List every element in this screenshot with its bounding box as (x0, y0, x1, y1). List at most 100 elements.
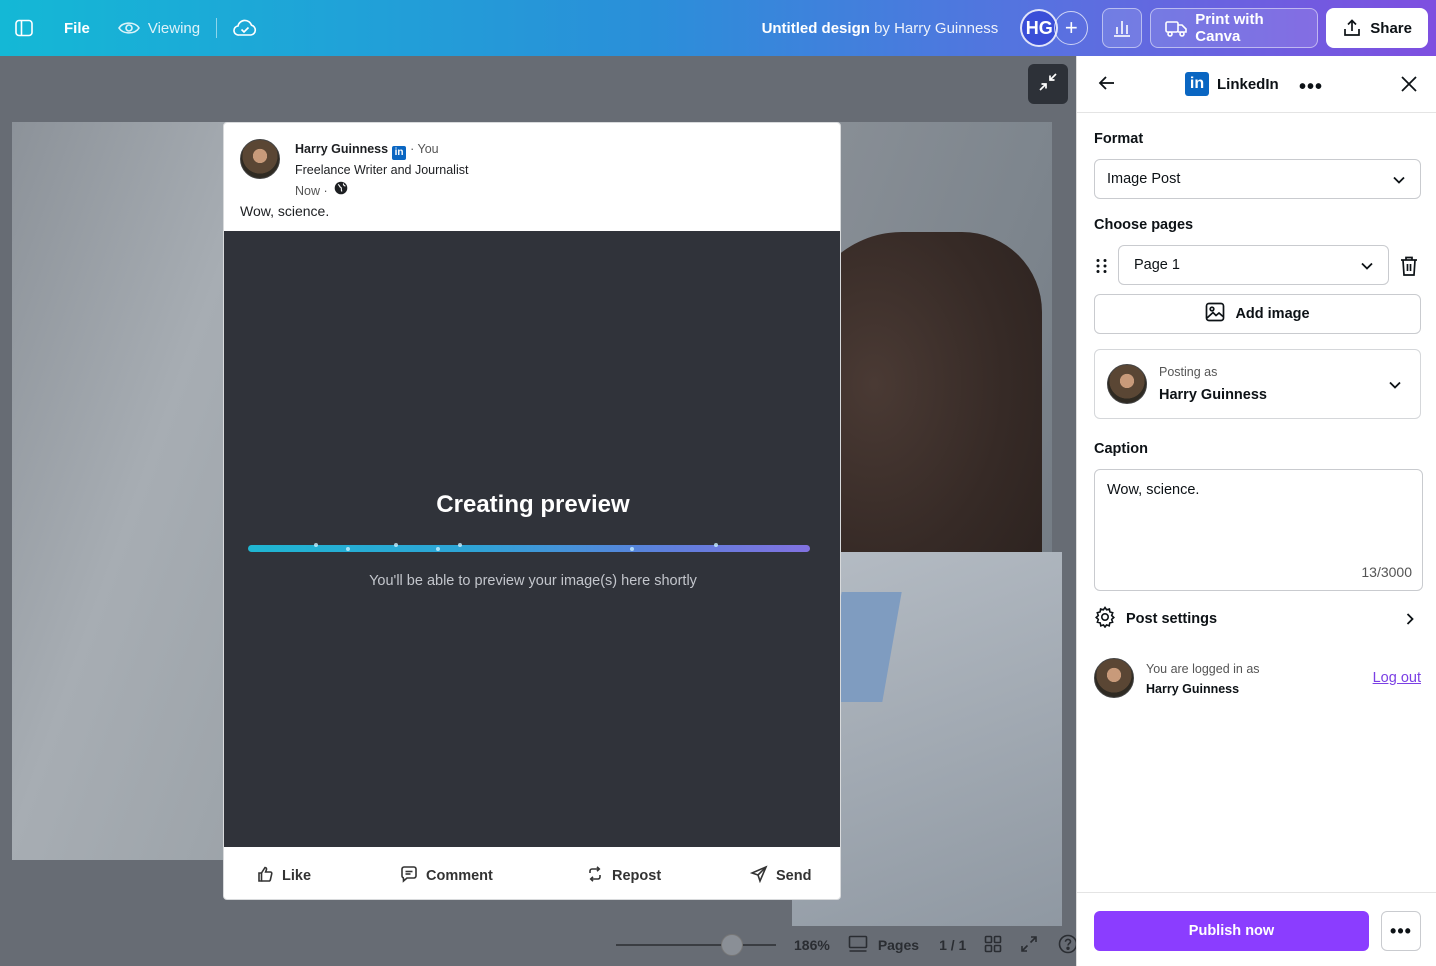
share-upload-icon (1342, 18, 1362, 38)
post-settings-row[interactable]: Post settings (1094, 606, 1421, 632)
logged-in-name: Harry Guinness (1146, 682, 1240, 696)
add-image-button[interactable]: Add image (1094, 294, 1421, 334)
like-label: Like (282, 868, 312, 884)
post-time: Now · (295, 184, 328, 198)
comment-label: Comment (426, 868, 493, 884)
user-avatar[interactable]: HG (1020, 9, 1059, 47)
exit-fullscreen-button[interactable] (1028, 64, 1068, 104)
cloud-saved-icon[interactable] (233, 19, 257, 37)
account-avatar (1107, 364, 1147, 404)
linkedin-post-preview: Harry Guinness in · You Freelance Writer a… (223, 122, 841, 900)
panel-header: in LinkedIn ••• (1077, 56, 1436, 113)
posting-as-account-select[interactable]: Posting as Harry Guinness (1094, 349, 1421, 419)
repost-action[interactable]: Repost (586, 865, 661, 887)
post-author-meta: Harry Guinness in · You Freelance Writer a… (295, 139, 468, 202)
panel-title: in LinkedIn (1185, 72, 1279, 96)
back-arrow-icon[interactable] (1097, 73, 1117, 98)
trash-icon[interactable] (1399, 255, 1419, 282)
creating-preview-subtitle: You'll be able to preview your image(s) … (369, 573, 697, 589)
choose-pages-label: Choose pages (1094, 217, 1194, 233)
invite-collaborator-button[interactable]: + (1054, 11, 1089, 45)
panel-title-text: LinkedIn (1217, 75, 1279, 93)
drag-handle-icon[interactable] (1095, 258, 1109, 279)
post-settings-label: Post settings (1126, 611, 1218, 627)
share-button[interactable]: Share (1326, 8, 1428, 48)
logged-in-label: You are logged in as (1146, 662, 1260, 676)
image-icon (1205, 302, 1225, 326)
page-count: 1 / 1 (939, 937, 967, 953)
post-image-placeholder: Creating preview You'll be able to previ… (224, 231, 840, 847)
zoom-slider-handle[interactable] (721, 934, 743, 956)
publish-now-button[interactable]: Publish now (1094, 911, 1369, 951)
bar-chart-icon (1112, 18, 1132, 38)
comment-bubble-icon (400, 865, 418, 887)
chevron-down-icon (1388, 378, 1402, 397)
repost-arrows-icon (586, 865, 604, 887)
grid-view-icon[interactable] (984, 935, 1002, 956)
file-menu[interactable]: File (64, 20, 90, 37)
comment-action[interactable]: Comment (400, 865, 493, 887)
print-with-canva-button[interactable]: Print with Canva (1150, 8, 1319, 48)
linkedin-logo-icon: in (1185, 72, 1209, 96)
page-select[interactable]: Page 1 (1118, 245, 1389, 285)
globe-icon (334, 181, 348, 202)
author-avatar (240, 139, 280, 179)
linkedin-publish-panel: in LinkedIn ••• Format Image Post Choose… (1076, 56, 1436, 966)
thumbs-up-icon (256, 865, 274, 887)
repost-label: Repost (612, 868, 662, 884)
post-author-name: Harry Guinness (295, 142, 389, 156)
page-select-value: Page 1 (1134, 257, 1180, 273)
send-label: Send (776, 868, 812, 884)
zoom-slider[interactable] (616, 934, 776, 956)
post-author-headline: Freelance Writer and Journalist (295, 163, 469, 177)
close-icon[interactable] (1399, 74, 1419, 99)
panel-footer: Publish now ••• (1077, 892, 1436, 966)
print-with-canva-label: Print with Canva (1195, 11, 1264, 45)
creating-preview-title: Creating preview (436, 491, 630, 518)
insights-button[interactable] (1102, 8, 1143, 48)
document-owner: by Harry Guinness (874, 19, 999, 37)
viewing-label: Viewing (147, 19, 201, 37)
format-select-value: Image Post (1107, 171, 1181, 187)
logged-in-avatar (1094, 658, 1134, 698)
post-caption: Wow, science. (240, 203, 330, 219)
chevron-right-icon (1403, 612, 1417, 630)
collapse-arrows-icon (1038, 72, 1058, 97)
post-you-label: · You (410, 142, 439, 156)
viewing-mode-button[interactable]: Viewing (117, 19, 201, 37)
pages-button-label[interactable]: Pages (878, 937, 919, 953)
truck-icon (1165, 19, 1188, 37)
post-header: Harry Guinness in · You Freelance Writer a… (240, 139, 468, 202)
chevron-down-icon (1360, 259, 1374, 277)
chevron-down-icon (1392, 173, 1406, 191)
fullscreen-icon[interactable] (1020, 935, 1038, 956)
caption-text: Wow, science. (1107, 482, 1200, 498)
document-title[interactable]: Untitled design by Harry Guinness (762, 20, 999, 37)
document-title-text: Untitled design (761, 19, 870, 37)
like-action[interactable]: Like (256, 865, 311, 887)
send-plane-icon (749, 865, 768, 887)
pages-icon (848, 935, 868, 956)
more-publish-options-button[interactable]: ••• (1381, 911, 1421, 951)
file-menu-label: File (64, 19, 90, 37)
canvas-status-bar: 186% Pages 1 / 1 (600, 925, 1078, 965)
format-label: Format (1094, 131, 1144, 147)
send-action[interactable]: Send (749, 865, 812, 887)
linkedin-badge-icon: in (392, 145, 407, 160)
gear-icon (1094, 606, 1116, 632)
side-panel-toggle-icon[interactable] (0, 0, 48, 56)
log-out-link[interactable]: Log out (1373, 670, 1421, 686)
posting-as-label: Posting as (1159, 365, 1218, 379)
eye-icon (117, 20, 140, 36)
toolbar-divider (216, 18, 218, 38)
logged-in-info: You are logged in as Harry Guinness Log … (1094, 658, 1421, 702)
caption-textarea[interactable]: Wow, science. 13/3000 (1094, 469, 1423, 591)
format-select[interactable]: Image Post (1094, 159, 1421, 199)
post-action-bar: Like Comment Repost Send (224, 847, 840, 899)
more-options-icon[interactable]: ••• (1299, 76, 1323, 99)
posting-as-name: Harry Guinness (1159, 387, 1267, 403)
zoom-level[interactable]: 186% (794, 937, 830, 953)
preview-progress-bar (248, 543, 810, 552)
caption-label: Caption (1094, 441, 1148, 457)
top-toolbar: File Viewing Untitled design by Harry Gu… (0, 0, 1436, 56)
